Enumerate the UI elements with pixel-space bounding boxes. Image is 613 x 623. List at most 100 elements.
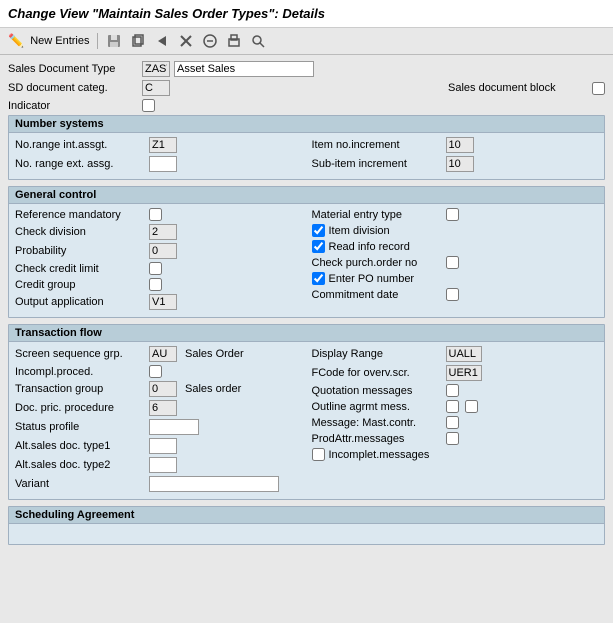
edit-icon: ✏️ xyxy=(8,33,24,49)
transaction-group-value[interactable] xyxy=(149,381,177,397)
incomplet-messages-row: Incomplet.messages xyxy=(312,448,599,461)
prod-attr-messages-label: ProdAttr.messages xyxy=(312,433,442,445)
variant-value[interactable] xyxy=(149,476,279,492)
scheduling-agreement-section: Scheduling Agreement xyxy=(8,506,605,545)
outline-agrmt-mess-row: Outline agrmt mess. xyxy=(312,400,599,413)
commitment-date-checkbox[interactable] xyxy=(446,288,459,301)
sales-doc-type-name[interactable] xyxy=(174,61,314,77)
indicator-label: Indicator xyxy=(8,100,138,112)
item-no-increment-row: Item no.increment xyxy=(312,137,599,153)
incompl-proced-label: Incompl.proced. xyxy=(15,366,145,378)
probability-value[interactable] xyxy=(149,243,177,259)
no-range-ext-value[interactable] xyxy=(149,156,177,172)
alt-sales-doc-type2-row: Alt.sales doc. type2 xyxy=(15,457,302,473)
output-application-row: Output application xyxy=(15,294,302,310)
sd-doc-categ-value[interactable] xyxy=(142,80,170,96)
credit-group-row: Credit group xyxy=(15,278,302,291)
save-icon-btn[interactable] xyxy=(104,32,124,50)
read-info-record-row: Read info record xyxy=(312,240,599,253)
prod-attr-messages-checkbox[interactable] xyxy=(446,432,459,445)
read-info-record-checkbox[interactable] xyxy=(312,240,325,253)
print-icon-btn[interactable] xyxy=(224,32,244,50)
message-mast-contr-row: Message: Mast.contr. xyxy=(312,416,599,429)
outline-agrmt-mess-checkbox2[interactable] xyxy=(465,400,478,413)
transaction-flow-section: Transaction flow Screen sequence grp. Sa… xyxy=(8,324,605,500)
fcode-overv-row: FCode for overv.scr. xyxy=(312,365,599,381)
back-icon xyxy=(154,33,170,49)
new-entries-button[interactable]: New Entries xyxy=(28,34,91,48)
content: Sales Document Type SD document categ. S… xyxy=(0,55,613,557)
check-purch-order-checkbox[interactable] xyxy=(446,256,459,269)
toolbar: ✏️ New Entries xyxy=(0,28,613,55)
exit-icon-btn[interactable] xyxy=(176,32,196,50)
sd-doc-categ-row: SD document categ. Sales document block xyxy=(8,80,605,96)
number-systems-right: Item no.increment Sub-item increment xyxy=(312,137,599,175)
ref-mandatory-checkbox[interactable] xyxy=(149,208,162,221)
status-profile-value[interactable] xyxy=(149,419,199,435)
screen-seq-grp-text: Sales Order xyxy=(185,348,244,360)
find-icon-btn[interactable] xyxy=(248,32,268,50)
item-division-row: Item division xyxy=(312,224,599,237)
doc-pric-procedure-value[interactable] xyxy=(149,400,177,416)
read-info-record-label: Read info record xyxy=(329,241,410,253)
sub-item-increment-value[interactable] xyxy=(446,156,474,172)
new-entries-label: New Entries xyxy=(30,35,89,47)
back-icon-btn[interactable] xyxy=(152,32,172,50)
separator xyxy=(97,33,98,49)
cancel-icon-btn[interactable] xyxy=(200,32,220,50)
output-application-value[interactable] xyxy=(149,294,177,310)
incompl-proced-row: Incompl.proced. xyxy=(15,365,302,378)
sales-doc-type-code[interactable] xyxy=(142,61,170,77)
check-division-value[interactable] xyxy=(149,224,177,240)
check-division-label: Check division xyxy=(15,226,145,238)
sub-item-increment-row: Sub-item increment xyxy=(312,156,599,172)
screen-seq-grp-value[interactable] xyxy=(149,346,177,362)
transaction-flow-right: Display Range FCode for overv.scr. Quota… xyxy=(312,346,599,495)
material-entry-type-label: Material entry type xyxy=(312,209,442,221)
alt-sales-doc-type1-row: Alt.sales doc. type1 xyxy=(15,438,302,454)
doc-pric-procedure-label: Doc. pric. procedure xyxy=(15,402,145,414)
doc-pric-procedure-row: Doc. pric. procedure xyxy=(15,400,302,416)
quotation-messages-row: Quotation messages xyxy=(312,384,599,397)
no-range-ext-row: No. range ext. assg. xyxy=(15,156,302,172)
item-no-increment-value[interactable] xyxy=(446,137,474,153)
incompl-proced-checkbox[interactable] xyxy=(149,365,162,378)
screen-seq-grp-row: Screen sequence grp. Sales Order xyxy=(15,346,302,362)
commitment-date-row: Commitment date xyxy=(312,288,599,301)
credit-group-checkbox[interactable] xyxy=(149,278,162,291)
enter-po-number-label: Enter PO number xyxy=(329,273,415,285)
outline-agrmt-mess-checkbox1[interactable] xyxy=(446,400,459,413)
sales-doc-block-checkbox[interactable] xyxy=(592,82,605,95)
copy-icon-btn[interactable] xyxy=(128,32,148,50)
item-division-checkbox[interactable] xyxy=(312,224,325,237)
ref-mandatory-label: Reference mandatory xyxy=(15,209,145,221)
alt-sales-doc-type2-value[interactable] xyxy=(149,457,177,473)
variant-row: Variant xyxy=(15,476,302,492)
general-control-section: General control Reference mandatory Chec… xyxy=(8,186,605,318)
cancel-icon xyxy=(202,33,218,49)
print-icon xyxy=(226,33,242,49)
indicator-checkbox[interactable] xyxy=(142,99,155,112)
status-profile-row: Status profile xyxy=(15,419,302,435)
message-mast-contr-checkbox[interactable] xyxy=(446,416,459,429)
check-credit-limit-checkbox[interactable] xyxy=(149,262,162,275)
display-range-row: Display Range xyxy=(312,346,599,362)
no-range-int-value[interactable] xyxy=(149,137,177,153)
material-entry-type-checkbox[interactable] xyxy=(446,208,459,221)
sd-doc-categ-label: SD document categ. xyxy=(8,82,138,94)
sales-doc-type-label: Sales Document Type xyxy=(8,63,138,75)
number-systems-left: No.range int.assgt. No. range ext. assg. xyxy=(15,137,302,175)
incomplet-messages-checkbox[interactable] xyxy=(312,448,325,461)
check-purch-order-label: Check purch.order no xyxy=(312,257,442,269)
credit-group-label: Credit group xyxy=(15,279,145,291)
sub-item-increment-label: Sub-item increment xyxy=(312,158,442,170)
incomplet-messages-label: Incomplet.messages xyxy=(329,449,430,461)
quotation-messages-checkbox[interactable] xyxy=(446,384,459,397)
alt-sales-doc-type1-value[interactable] xyxy=(149,438,177,454)
fcode-overv-value[interactable] xyxy=(446,365,482,381)
general-control-right: Material entry type Item division Read i… xyxy=(312,208,599,313)
alt-sales-doc-type1-label: Alt.sales doc. type1 xyxy=(15,440,145,452)
find-icon xyxy=(250,33,266,49)
display-range-value[interactable] xyxy=(446,346,482,362)
enter-po-number-checkbox[interactable] xyxy=(312,272,325,285)
